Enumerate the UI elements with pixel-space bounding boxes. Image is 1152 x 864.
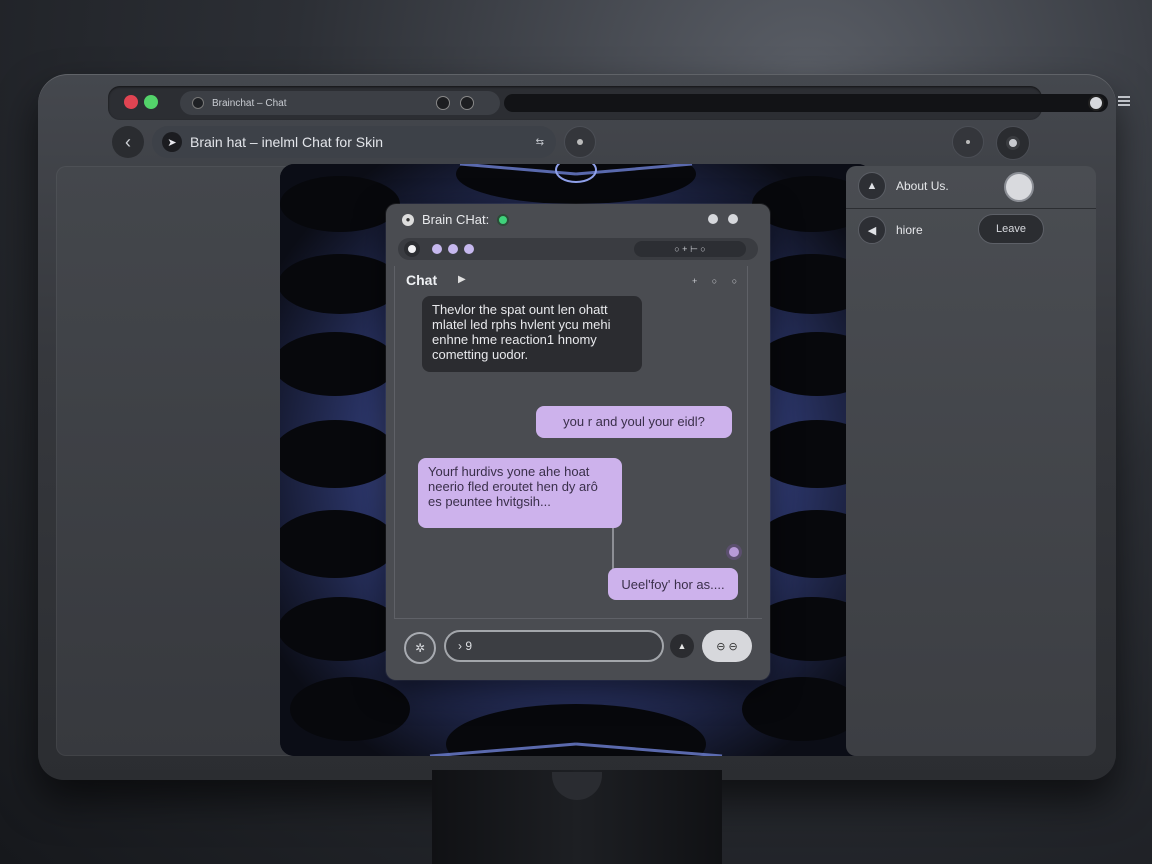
leave-button[interactable]: Leave xyxy=(978,214,1044,244)
right-sidebar-panel: ▲ About Us. ◀ hiore Leave xyxy=(846,166,1096,756)
left-sidebar-panel xyxy=(56,166,308,756)
reaction-icon[interactable] xyxy=(726,544,742,560)
online-status-icon xyxy=(497,213,510,226)
browser-tab[interactable]: Brainchat – Chat xyxy=(180,91,500,115)
about-toggle-button[interactable] xyxy=(1004,172,1034,202)
attach-button[interactable]: ✲ xyxy=(404,632,436,664)
chat-titlebar[interactable]: ● Brain CHat: xyxy=(402,212,510,227)
about-us-label: About Us. xyxy=(896,179,949,193)
record-toggle-icon[interactable] xyxy=(404,241,420,257)
user-message-bubble: Yourf hurdivs yone ahe hoat neerio fled … xyxy=(418,458,622,528)
reload-icon xyxy=(577,139,583,145)
about-us-item[interactable]: ▲ About Us. xyxy=(858,172,949,200)
user-message-bubble: Ueel'foy' hor as.... xyxy=(608,568,738,600)
address-text: Brain hat – inelml Chat for Skin xyxy=(190,134,383,150)
chat-toolbar: ○ + ⊢ ○ xyxy=(398,238,758,260)
bot-message-bubble: Thevlor the spat ount len ohatt mlatel l… xyxy=(422,296,642,372)
dot-icon xyxy=(966,140,970,144)
message-input[interactable] xyxy=(444,630,664,662)
settings-button[interactable] xyxy=(996,126,1030,160)
address-bar[interactable]: ➤ Brain hat – inelml Chat for Skin ⇆ xyxy=(152,126,556,158)
browser-tab-strip: Brainchat – Chat xyxy=(108,86,1130,120)
chat-window-title: Brain CHat: xyxy=(422,212,490,227)
chat-window: ● Brain CHat: ○ + ⊢ ○ Chat ▶ + ○ ○ Thevl… xyxy=(386,204,770,680)
tab-title: Brainchat – Chat xyxy=(212,97,287,109)
toolbar-actions[interactable]: ○ + ⊢ ○ xyxy=(634,241,746,257)
close-icon[interactable] xyxy=(728,214,738,224)
chat-header-actions[interactable]: + ○ ○ xyxy=(692,276,743,286)
gear-icon xyxy=(1006,136,1020,150)
play-icon[interactable]: ▶ xyxy=(458,274,466,285)
record-icon[interactable] xyxy=(1088,95,1104,111)
more-label: hiore xyxy=(896,223,923,237)
site-logo-icon: ➤ xyxy=(162,132,182,152)
typing-indicator xyxy=(432,244,474,254)
more-arrow-icon: ◀ xyxy=(858,216,886,244)
send-button[interactable]: ⊖ ⊖ xyxy=(702,630,752,662)
home-icon: ▲ xyxy=(858,172,886,200)
menu-icon[interactable] xyxy=(1118,96,1130,108)
more-item[interactable]: ◀ hiore xyxy=(858,216,923,244)
composer-divider xyxy=(394,618,762,619)
reload-button[interactable] xyxy=(564,126,596,158)
tab-overflow-bar[interactable] xyxy=(504,94,1108,112)
panel-divider xyxy=(846,208,1096,209)
tab-settings-icon[interactable] xyxy=(460,96,474,110)
brain-logo-icon: ● xyxy=(402,213,414,226)
chat-section-label: Chat xyxy=(406,272,438,288)
tab-audio-icon[interactable] xyxy=(436,96,450,110)
thread-connector xyxy=(612,528,614,572)
microphone-icon[interactable]: ▲ xyxy=(670,634,694,658)
share-icon[interactable]: ⇆ xyxy=(536,137,544,148)
maximize-window-button[interactable] xyxy=(144,95,158,109)
minimize-icon[interactable] xyxy=(708,214,718,224)
tab-favicon-icon xyxy=(192,97,204,109)
extension-button[interactable] xyxy=(952,126,984,158)
close-window-button[interactable] xyxy=(124,95,138,109)
back-button[interactable]: ‹ xyxy=(112,126,144,158)
user-message-bubble: you r and youl your eidl? xyxy=(536,406,732,438)
